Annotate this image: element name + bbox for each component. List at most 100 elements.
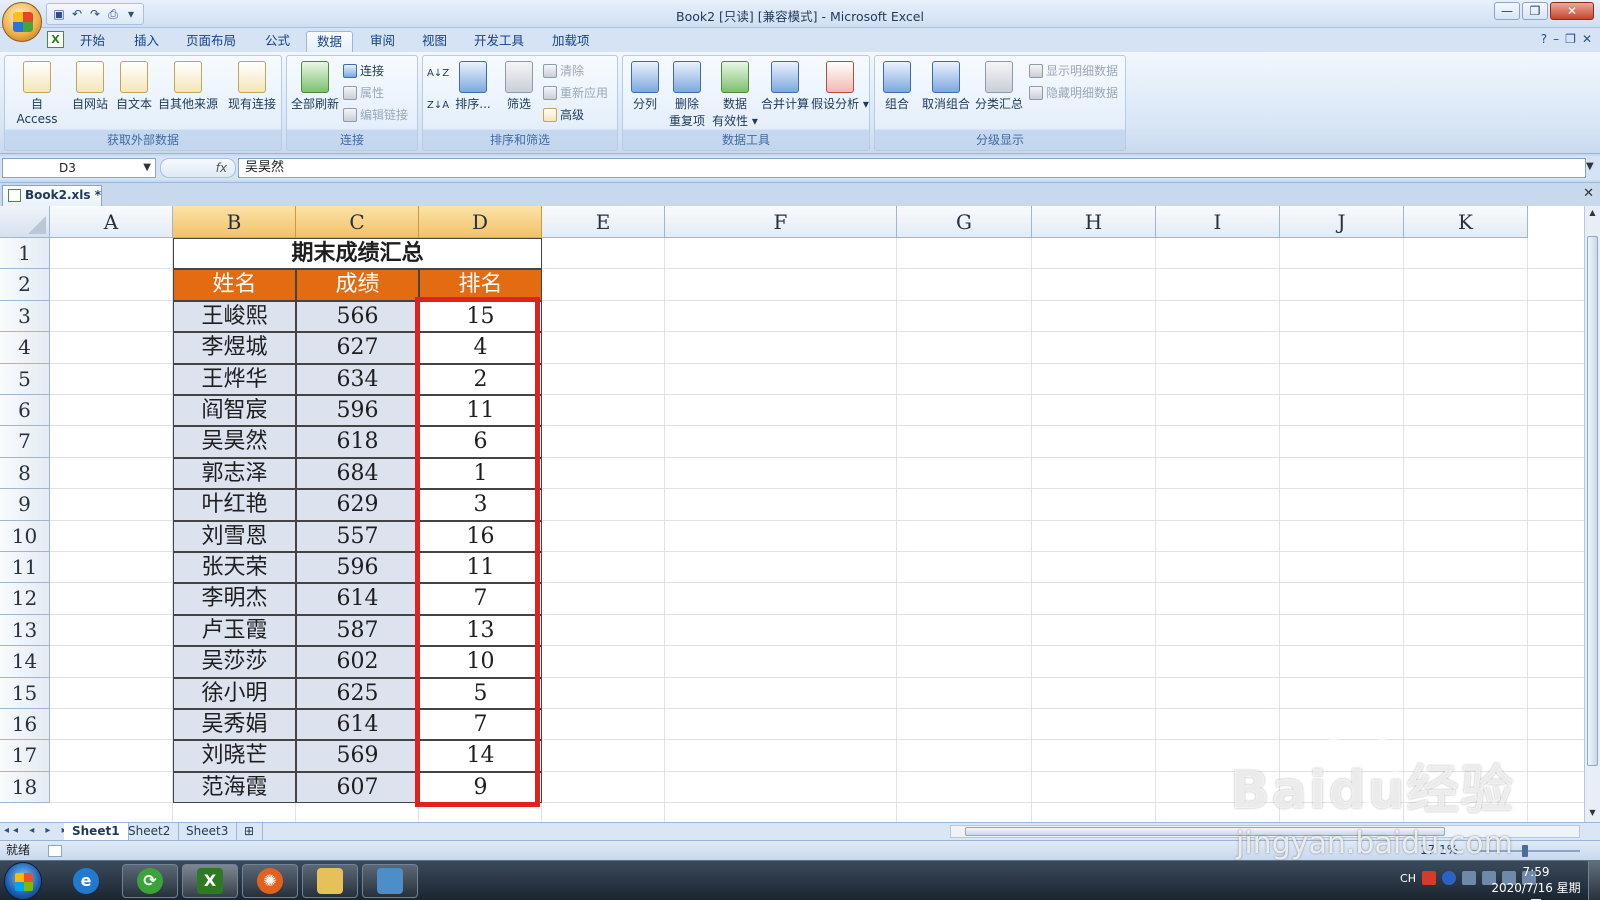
excel-taskbar-button[interactable]: X — [182, 864, 238, 898]
minimize-button[interactable]: — — [1494, 2, 1520, 20]
rank-cell[interactable]: 2 — [419, 363, 542, 395]
vertical-scroll-thumb[interactable] — [1587, 236, 1598, 766]
name-cell[interactable]: 刘雪恩 — [173, 520, 296, 552]
properties-button[interactable]: 属性 — [343, 84, 384, 101]
score-cell[interactable]: 618 — [296, 426, 419, 458]
subtotal-button[interactable]: 分类汇总 — [973, 61, 1025, 112]
doc-restore-icon[interactable]: ❐ — [1565, 32, 1576, 46]
filter-button[interactable]: 筛选 — [499, 61, 539, 112]
app-taskbar-button[interactable]: ✺ — [242, 864, 298, 898]
scroll-up-icon[interactable]: ▲ — [1587, 208, 1598, 220]
office-button[interactable] — [2, 2, 42, 42]
row-header-6[interactable]: 6 — [0, 395, 50, 427]
rank-cell[interactable]: 10 — [419, 646, 542, 678]
formula-input[interactable]: 吴昊然 — [238, 158, 1586, 178]
rank-cell[interactable]: 1 — [419, 457, 542, 490]
insert-sheet-icon[interactable]: ⊞ — [236, 823, 264, 840]
hide-detail-button[interactable]: 隐藏明细数据 — [1029, 84, 1118, 101]
column-header-b[interactable]: B — [173, 206, 296, 238]
rank-cell[interactable]: 16 — [419, 520, 542, 552]
rank-cell[interactable]: 13 — [419, 614, 542, 647]
rank-cell[interactable]: 15 — [419, 300, 542, 333]
close-button[interactable]: ✕ — [1550, 2, 1594, 20]
name-cell[interactable]: 王峻熙 — [173, 300, 296, 333]
score-cell[interactable]: 587 — [296, 614, 419, 647]
score-cell[interactable]: 684 — [296, 457, 419, 490]
row-header-13[interactable]: 13 — [0, 614, 50, 647]
rank-cell[interactable]: 5 — [419, 677, 542, 709]
existing-connections-button[interactable]: 现有连接 — [225, 61, 279, 112]
name-cell[interactable]: 卢玉霞 — [173, 614, 296, 647]
rank-cell[interactable]: 4 — [419, 332, 542, 364]
tab-insert[interactable]: 插入 — [124, 31, 169, 52]
advanced-filter-button[interactable]: 高级 — [543, 106, 584, 123]
horizontal-scrollbar[interactable] — [950, 825, 1580, 838]
chevron-down-icon[interactable]: ▼ — [143, 159, 151, 177]
score-cell[interactable]: 614 — [296, 709, 419, 741]
column-header-f[interactable]: F — [665, 206, 897, 238]
spreadsheet-grid[interactable]: A B C D E F G H I J K 1 2 3 4 5 6 7 8 9 10 11 12 13 14 15 16 17 18 期末… — [0, 206, 1584, 822]
sheet-tab-1[interactable]: Sheet1 — [64, 823, 129, 840]
name-cell[interactable]: 吴昊然 — [173, 426, 296, 458]
close-workbook-icon[interactable]: ✕ — [1583, 186, 1594, 201]
score-cell[interactable]: 596 — [296, 395, 419, 427]
name-cell[interactable]: 徐小明 — [173, 677, 296, 709]
column-header-g[interactable]: G — [897, 206, 1032, 238]
expand-formula-icon[interactable]: ▼ — [1586, 158, 1598, 178]
insert-function-button[interactable]: fx — [160, 158, 236, 178]
ungroup-button[interactable]: 取消组合 — [919, 61, 973, 112]
table-header-cell[interactable]: 成绩 — [296, 269, 419, 301]
network-icon[interactable] — [1462, 871, 1476, 885]
from-access-button[interactable]: 自 Access — [9, 61, 65, 126]
score-cell[interactable]: 625 — [296, 677, 419, 709]
connections-button[interactable]: 连接 — [343, 62, 384, 79]
horizontal-scroll-thumb[interactable] — [965, 827, 1445, 836]
help-icon[interactable]: ? — [1541, 32, 1547, 46]
macro-record-icon[interactable] — [48, 845, 62, 857]
tab-view[interactable]: 视图 — [412, 31, 457, 52]
score-cell[interactable]: 602 — [296, 646, 419, 678]
tab-addins[interactable]: 加载项 — [542, 31, 600, 52]
name-cell[interactable]: 李煜城 — [173, 332, 296, 364]
refresh-all-button[interactable]: 全部刷新 — [289, 61, 341, 112]
rank-cell[interactable]: 6 — [419, 426, 542, 458]
row-header-18[interactable]: 18 — [0, 771, 50, 804]
text-to-columns-button[interactable]: 分列 — [625, 61, 665, 112]
from-web-button[interactable]: 自网站 — [67, 61, 113, 112]
maximize-button[interactable]: ❐ — [1522, 2, 1548, 20]
row-header-10[interactable]: 10 — [0, 520, 50, 552]
row-header-3[interactable]: 3 — [0, 300, 50, 333]
zoom-slider[interactable] — [1470, 845, 1580, 857]
scroll-down-icon[interactable]: ▼ — [1587, 808, 1598, 820]
tab-page-layout[interactable]: 页面布局 — [176, 31, 246, 52]
workbook-tab[interactable]: Book2.xls * — [2, 185, 102, 206]
sheet-tab-3[interactable]: Sheet3 — [178, 823, 238, 840]
reapply-button[interactable]: 重新应用 — [543, 84, 608, 101]
column-header-c[interactable]: C — [296, 206, 419, 238]
taskbar-clock[interactable]: 7:59 2020/7/16 星期四 — [1486, 864, 1586, 900]
row-header-2[interactable]: 2 — [0, 269, 50, 301]
row-header-16[interactable]: 16 — [0, 709, 50, 741]
score-cell[interactable]: 596 — [296, 552, 419, 584]
row-header-17[interactable]: 17 — [0, 740, 50, 772]
tab-formulas[interactable]: 公式 — [255, 31, 300, 52]
doc-minimize-icon[interactable]: – — [1553, 32, 1559, 46]
start-button[interactable] — [4, 862, 42, 900]
sort-button[interactable]: 排序... — [453, 61, 493, 112]
column-header-a[interactable]: A — [50, 206, 173, 238]
show-detail-button[interactable]: 显示明细数据 — [1029, 62, 1118, 79]
name-cell[interactable]: 吴秀娟 — [173, 709, 296, 741]
name-cell[interactable]: 李明杰 — [173, 583, 296, 615]
table-header-cell[interactable]: 姓名 — [173, 269, 296, 301]
name-cell[interactable]: 郭志泽 — [173, 457, 296, 490]
zoom-level[interactable]: 17 1% — [1420, 841, 1458, 860]
row-header-8[interactable]: 8 — [0, 457, 50, 490]
rank-cell[interactable]: 7 — [419, 583, 542, 615]
consolidate-button[interactable]: 合并计算 — [759, 61, 811, 112]
name-cell[interactable]: 叶红艳 — [173, 489, 296, 521]
rank-cell[interactable]: 7 — [419, 709, 542, 741]
name-cell[interactable]: 吴莎莎 — [173, 646, 296, 678]
column-header-j[interactable]: J — [1280, 206, 1404, 238]
table-title-cell[interactable]: 期末成绩汇总 — [173, 238, 542, 270]
table-header-cell[interactable]: 排名 — [419, 269, 542, 301]
